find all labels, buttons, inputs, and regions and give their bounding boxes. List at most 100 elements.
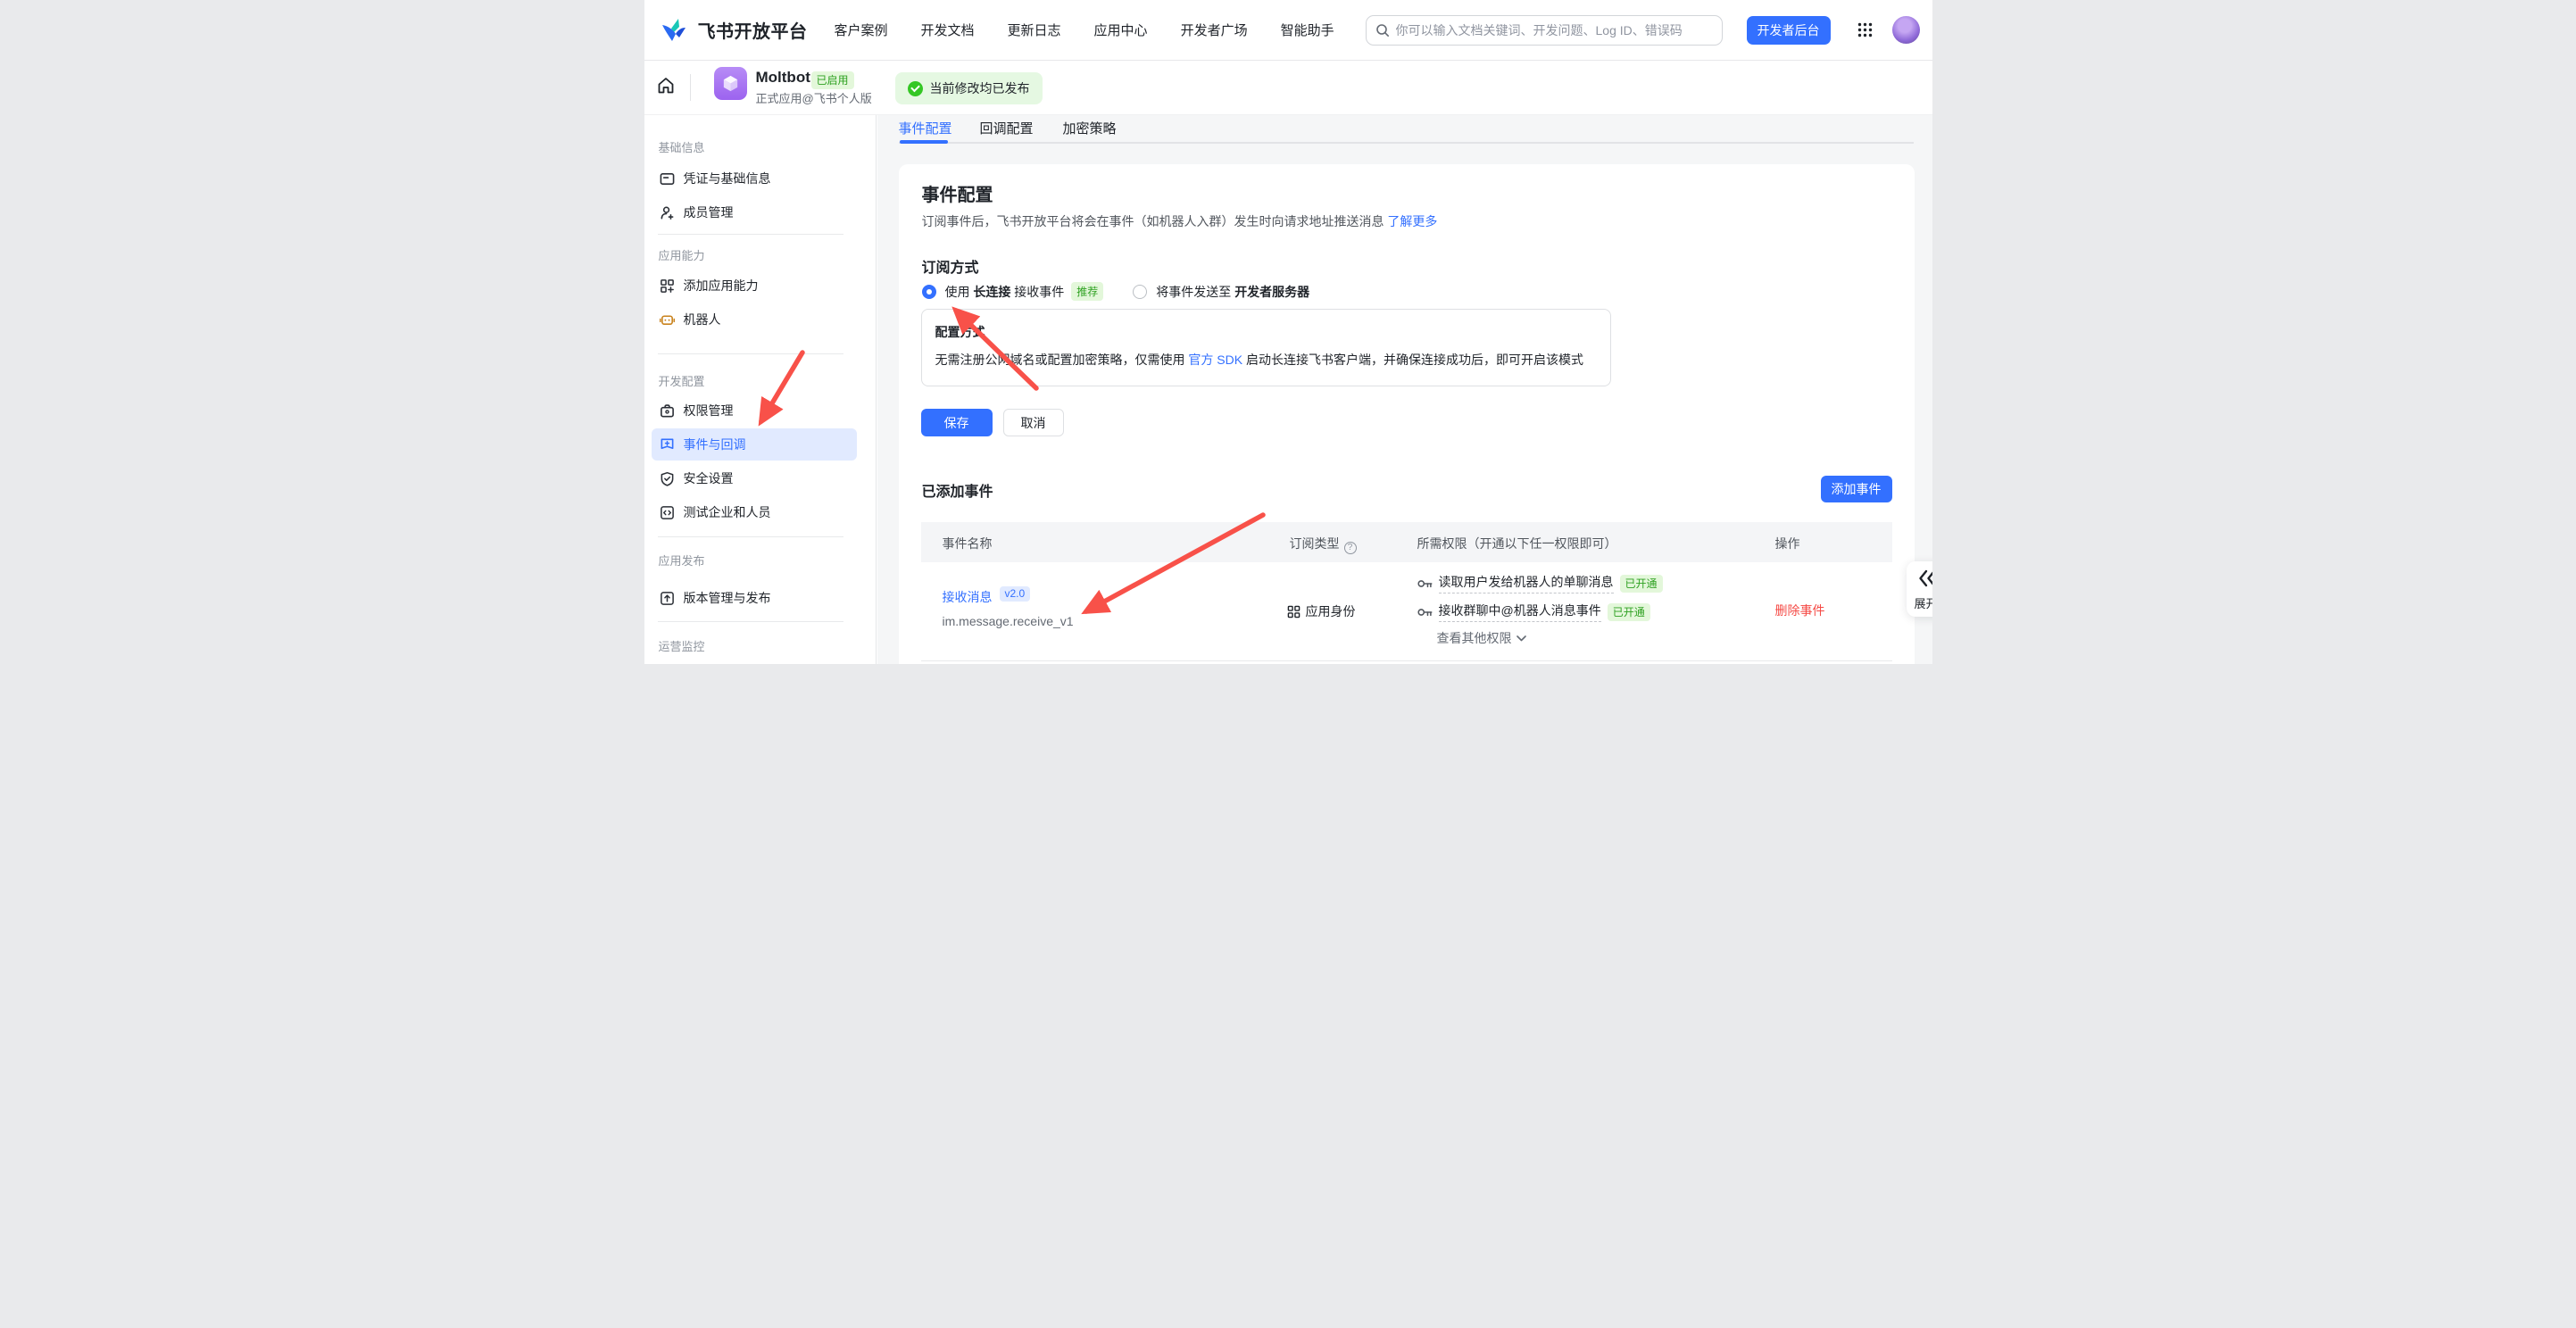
developer-console-button[interactable]: 开发者后台 bbox=[1747, 16, 1831, 45]
sidebar-item-credentials[interactable]: 凭证与基础信息 bbox=[652, 162, 857, 195]
nav-item-docs[interactable]: 开发文档 bbox=[921, 21, 975, 39]
briefcase-lock-icon bbox=[660, 403, 675, 419]
tab-encryption-strategy[interactable]: 加密策略 bbox=[1063, 119, 1117, 137]
app-grid-icon[interactable] bbox=[1857, 22, 1873, 37]
sidebar-item-permissions[interactable]: 权限管理 bbox=[652, 394, 857, 427]
sidebar-item-members[interactable]: 成员管理 bbox=[652, 196, 857, 228]
sidebar-section-monitoring: 运营监控 bbox=[659, 637, 705, 654]
table-header bbox=[921, 522, 1892, 562]
home-icon[interactable] bbox=[656, 76, 676, 95]
tab-callback-config[interactable]: 回调配置 bbox=[980, 119, 1034, 137]
search-placeholder: 你可以输入文档关键词、开发问题、Log ID、错误码 bbox=[1396, 21, 1683, 39]
feishu-open-platform-page: 飞书开放平台 客户案例 开发文档 更新日志 应用中心 开发者广场 智能助手 你可… bbox=[644, 0, 1932, 664]
sidebar-section-dev-config: 开发配置 bbox=[659, 372, 705, 389]
feishu-logo-icon bbox=[661, 17, 691, 44]
event-name-link[interactable]: 接收消息 bbox=[943, 588, 993, 606]
sidebar-item-label: 机器人 bbox=[684, 311, 721, 328]
sidebar-item-label: 凭证与基础信息 bbox=[684, 170, 771, 187]
search-input[interactable]: 你可以输入文档关键词、开发问题、Log ID、错误码 bbox=[1366, 15, 1723, 46]
sidebar-item-test-company[interactable]: 测试企业和人员 bbox=[652, 496, 857, 528]
tab-event-config[interactable]: 事件配置 bbox=[899, 119, 952, 137]
sidebar-section-basic-info: 基础信息 bbox=[659, 138, 705, 155]
tab-track bbox=[899, 142, 1914, 144]
sidebar-item-security[interactable]: 安全设置 bbox=[652, 462, 857, 494]
save-button[interactable]: 保存 bbox=[921, 409, 993, 436]
chevron-down-icon bbox=[1517, 635, 1526, 642]
sidebar-item-label: 权限管理 bbox=[684, 402, 734, 419]
sidebar-section-release: 应用发布 bbox=[659, 552, 705, 569]
sidebar-item-label: 版本管理与发布 bbox=[684, 589, 771, 607]
app-identity-icon bbox=[1287, 605, 1300, 618]
sidebar-divider bbox=[658, 353, 843, 354]
permission-label[interactable]: 读取用户发给机器人的单聊消息 bbox=[1439, 573, 1614, 593]
grid-plus-icon bbox=[660, 278, 675, 294]
page-description: 订阅事件后，飞书开放平台将会在事件（如机器人入群）发生时向请求地址推送消息 了解… bbox=[922, 212, 1438, 230]
sidebar-item-label: 添加应用能力 bbox=[684, 277, 759, 295]
sidebar-item-label: 成员管理 bbox=[684, 203, 734, 221]
app-icon bbox=[714, 67, 747, 100]
cube-icon bbox=[720, 73, 741, 94]
app-status-badge: 已启用 bbox=[811, 71, 854, 89]
added-events-heading: 已添加事件 bbox=[922, 479, 993, 501]
expand-panel-label: 展开 bbox=[1915, 594, 1932, 611]
page-title: 事件配置 bbox=[922, 180, 993, 206]
sidebar-divider bbox=[658, 234, 843, 235]
user-plus-icon bbox=[660, 205, 675, 220]
brand-title: 飞书开放平台 bbox=[698, 17, 808, 43]
sidebar-item-label: 测试企业和人员 bbox=[684, 503, 771, 521]
active-tab-indicator bbox=[900, 140, 948, 144]
nav-item-dev-plaza[interactable]: 开发者广场 bbox=[1181, 21, 1248, 39]
permission-granted-badge: 已开通 bbox=[1608, 603, 1650, 621]
official-sdk-link[interactable]: 官方 SDK bbox=[1188, 353, 1242, 367]
add-event-button[interactable]: 添加事件 bbox=[1821, 476, 1892, 502]
top-nav-menu: 客户案例 开发文档 更新日志 应用中心 开发者广场 智能助手 bbox=[835, 21, 1334, 39]
sidebar: 基础信息 凭证与基础信息 成员管理 应用能力 bbox=[644, 115, 877, 664]
sidebar-divider bbox=[658, 621, 843, 622]
brand-logo[interactable]: 飞书开放平台 bbox=[661, 17, 808, 44]
sidebar-item-version-release[interactable]: 版本管理与发布 bbox=[652, 582, 857, 614]
nav-item-cases[interactable]: 客户案例 bbox=[835, 21, 888, 39]
permission-row: 接收群聊中@机器人消息事件 已开通 bbox=[1417, 602, 1650, 622]
delete-event-link[interactable]: 删除事件 bbox=[1775, 602, 1825, 619]
header-divider bbox=[690, 74, 691, 101]
col-action: 操作 bbox=[1775, 535, 1800, 552]
learn-more-link[interactable]: 了解更多 bbox=[1387, 214, 1437, 228]
config-method-title: 配置方式 bbox=[935, 323, 985, 341]
top-navbar: 飞书开放平台 客户案例 开发文档 更新日志 应用中心 开发者广场 智能助手 你可… bbox=[644, 0, 1932, 61]
subscription-type-cell: 应用身份 bbox=[1287, 602, 1356, 620]
key-icon bbox=[1417, 607, 1433, 618]
event-flag-icon bbox=[660, 437, 675, 452]
description-text: 订阅事件后，飞书开放平台将会在事件（如机器人入群）发生时向请求地址推送消息 bbox=[922, 214, 1384, 228]
cancel-button[interactable]: 取消 bbox=[1003, 409, 1064, 436]
key-icon bbox=[1417, 578, 1433, 589]
sidebar-item-events-callbacks[interactable]: 事件与回调 bbox=[652, 428, 857, 461]
sidebar-divider bbox=[658, 536, 843, 537]
sidebar-item-bot[interactable]: 机器人 bbox=[652, 303, 857, 336]
sidebar-item-add-capability[interactable]: 添加应用能力 bbox=[652, 270, 857, 302]
shield-check-icon bbox=[660, 471, 675, 486]
publish-status-pill: 当前修改均已发布 bbox=[895, 72, 1043, 104]
nav-item-ai-assistant[interactable]: 智能助手 bbox=[1281, 21, 1334, 39]
recommended-badge: 推荐 bbox=[1071, 282, 1103, 301]
id-card-icon bbox=[660, 171, 675, 187]
permission-label[interactable]: 接收群聊中@机器人消息事件 bbox=[1439, 602, 1601, 622]
expand-panel-button[interactable]: 展开 bbox=[1907, 561, 1932, 617]
help-icon[interactable]: ? bbox=[1344, 542, 1357, 554]
app-subtitle: 正式应用@飞书个人版 bbox=[756, 89, 872, 106]
code-square-icon bbox=[660, 505, 675, 520]
radio-developer-server[interactable] bbox=[1133, 285, 1147, 299]
check-circle-icon bbox=[908, 81, 923, 96]
radio-long-connection[interactable] bbox=[922, 285, 936, 299]
nav-item-changelog[interactable]: 更新日志 bbox=[1008, 21, 1061, 39]
event-version-badge: v2.0 bbox=[1000, 586, 1031, 602]
publish-status-text: 当前修改均已发布 bbox=[930, 79, 1030, 97]
permission-row: 读取用户发给机器人的单聊消息 已开通 bbox=[1417, 573, 1663, 593]
double-chevron-left-icon bbox=[1917, 569, 1932, 588]
subscription-type-text: 应用身份 bbox=[1306, 602, 1356, 620]
user-avatar[interactable] bbox=[1892, 16, 1920, 44]
config-method-text: 无需注册公网域名或配置加密策略，仅需使用 官方 SDK 启动长连接飞书客户端，并… bbox=[935, 351, 1583, 369]
col-subscription-type: 订阅类型? bbox=[1290, 535, 1357, 554]
view-other-permissions[interactable]: 查看其他权限 bbox=[1437, 629, 1526, 647]
nav-item-app-center[interactable]: 应用中心 bbox=[1094, 21, 1148, 39]
event-code: im.message.receive_v1 bbox=[943, 614, 1074, 628]
